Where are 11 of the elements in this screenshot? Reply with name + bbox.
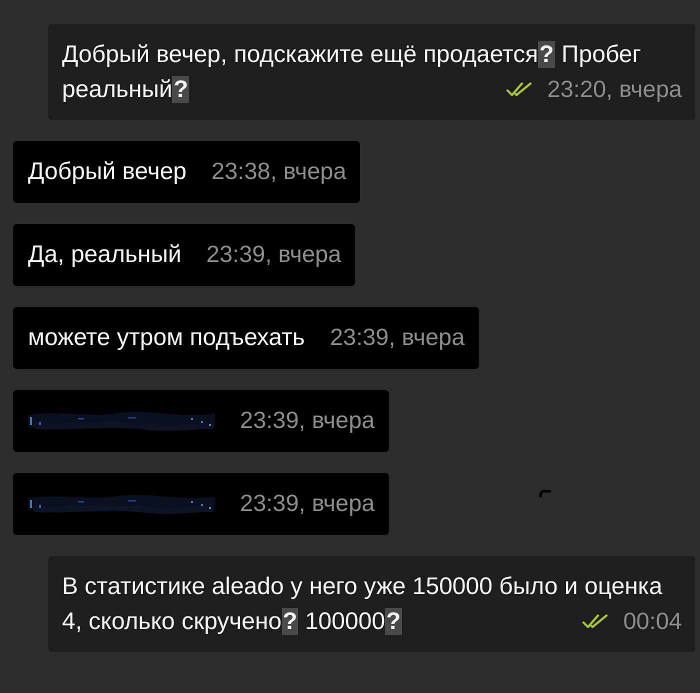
- message-time: 00:04: [623, 607, 682, 636]
- message-text: Добрый вечер: [28, 157, 187, 187]
- message-time: 23:20, вчера: [547, 75, 682, 104]
- message-time: 23:39, вчера: [206, 240, 342, 269]
- message-time: 23:39, вчера: [330, 323, 465, 352]
- message-time: 23:39, вчера: [240, 406, 375, 435]
- message-time: 23:39, вчера: [240, 489, 375, 518]
- message-text: Да, реальный: [28, 240, 182, 270]
- message-time: 23:38, вчера: [212, 157, 346, 186]
- ink-smudge-icon: [537, 488, 553, 498]
- message-text: можете утром подъехать: [28, 323, 305, 353]
